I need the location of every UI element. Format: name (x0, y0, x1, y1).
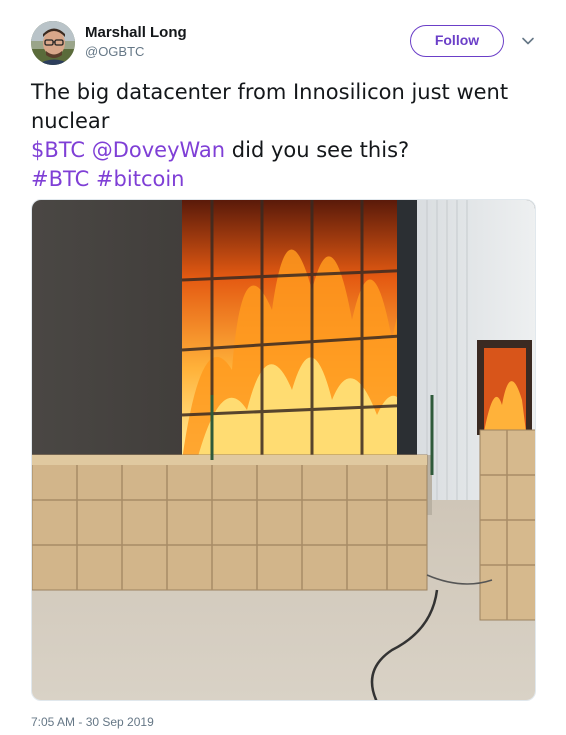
tweet-text-fragment: did you see this? (225, 138, 410, 162)
cashtag-link[interactable]: $BTC (31, 138, 85, 162)
follow-button[interactable]: Follow (410, 25, 504, 57)
fire-scene-image (32, 200, 535, 700)
mention-link[interactable]: @DoveyWan (92, 138, 225, 162)
avatar-image (31, 21, 75, 65)
hashtag-link[interactable]: #bitcoin (96, 167, 185, 191)
author-handle[interactable]: @OGBTC (85, 44, 144, 59)
chevron-down-icon[interactable] (520, 33, 536, 49)
tweet-text-line: The big datacenter from Innosilicon just… (31, 80, 509, 104)
tweet-text-line: #BTC #bitcoin (31, 165, 541, 194)
tweet-text-line: nuclear (31, 109, 110, 133)
tweet-card: Marshall Long @OGBTC Follow The big data… (0, 0, 566, 735)
tweet-media-image[interactable] (31, 199, 536, 701)
tweet-text-line: $BTC @DoveyWan did you see this? (31, 136, 541, 165)
avatar[interactable] (31, 21, 75, 65)
author-name[interactable]: Marshall Long (85, 24, 187, 41)
hashtag-link[interactable]: #BTC (31, 167, 89, 191)
tweet-timestamp[interactable]: 7:05 AM - 30 Sep 2019 (31, 715, 154, 729)
tweet-text: The big datacenter from Innosilicon just… (31, 78, 541, 194)
